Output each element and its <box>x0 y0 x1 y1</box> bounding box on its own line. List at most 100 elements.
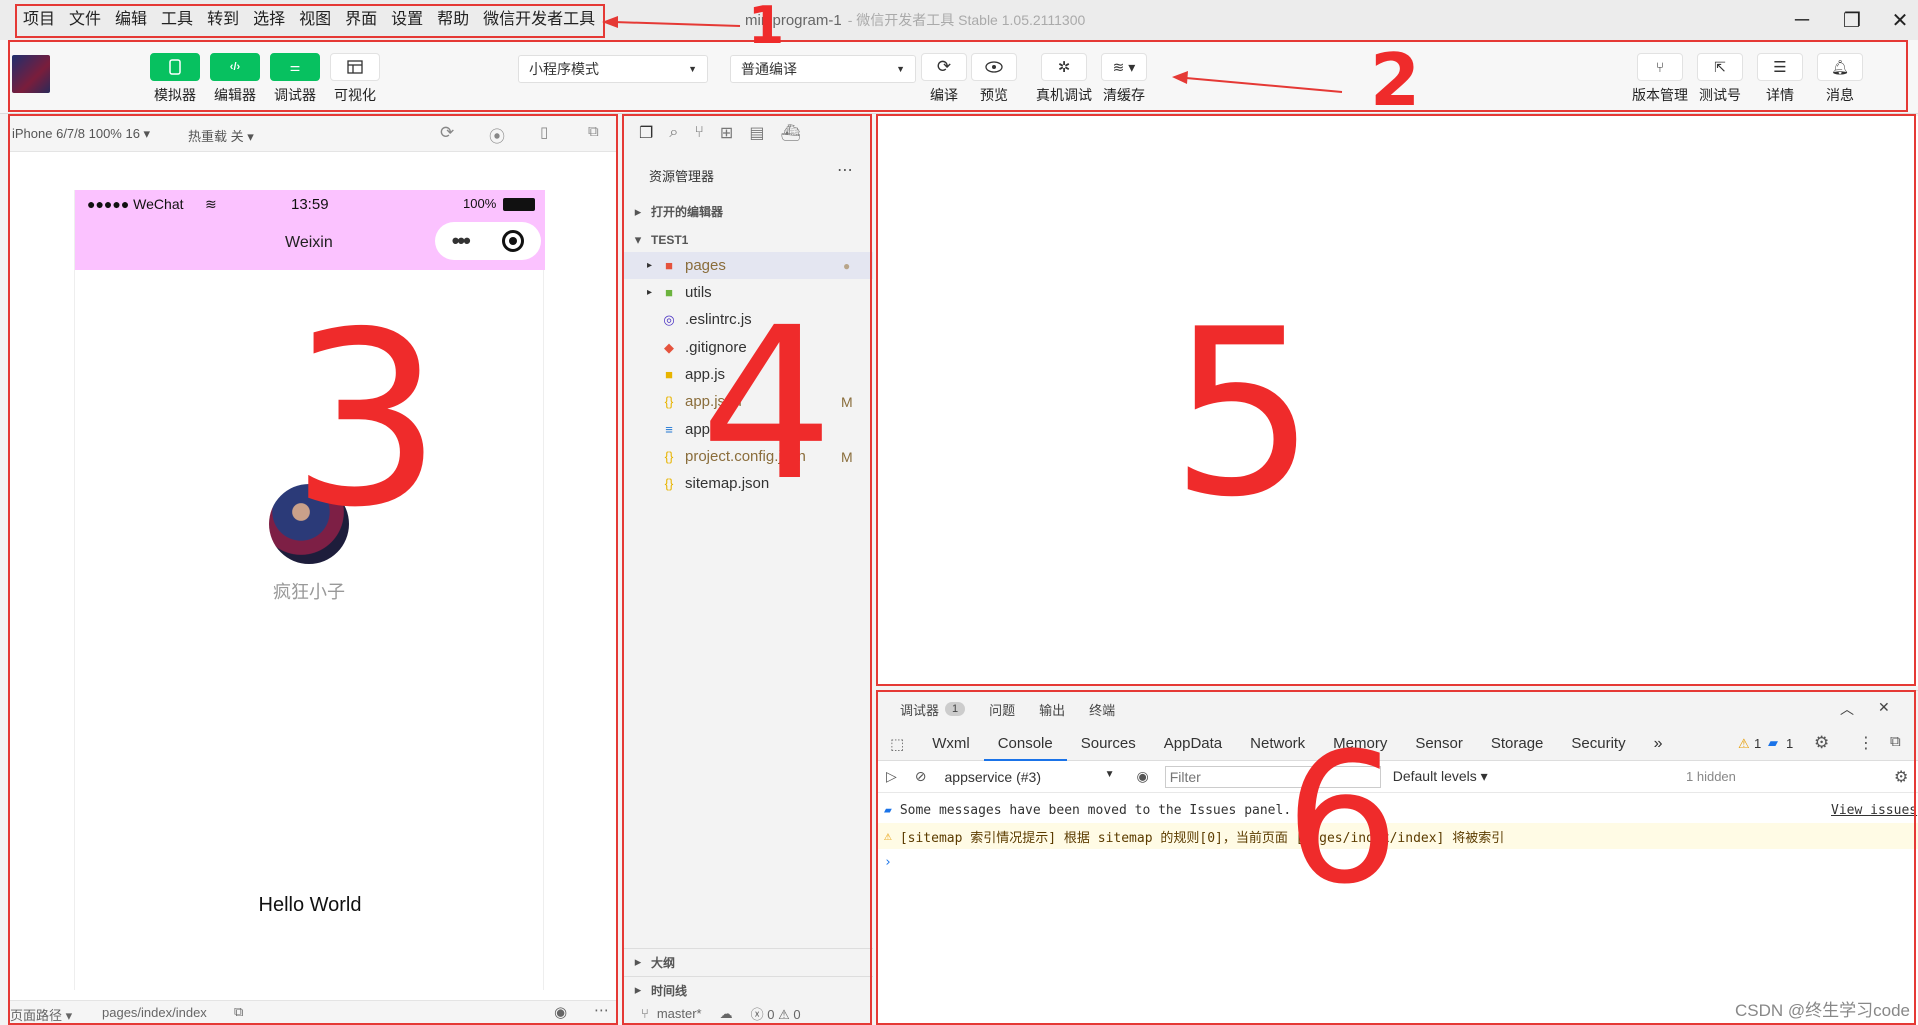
search-icon[interactable]: ⌕ <box>669 124 678 142</box>
refresh-icon[interactable]: ⟳ <box>440 123 454 143</box>
editor-area[interactable] <box>876 116 1918 686</box>
menu-goto[interactable]: 转到 <box>200 6 246 34</box>
tab-wxml[interactable]: Wxml <box>918 727 984 761</box>
page-path: pages/index/index <box>102 1005 207 1020</box>
phone-icon[interactable]: ▯ <box>540 123 548 141</box>
messages-button[interactable]: 🔔︎ 消息 <box>1817 53 1863 105</box>
dock-icon[interactable]: ⧉ <box>1890 733 1901 750</box>
menu-edit[interactable]: 编辑 <box>108 6 154 34</box>
chevron-right-icon: ▸ <box>647 287 653 298</box>
menu-settings[interactable]: 设置 <box>384 6 430 34</box>
more-icon[interactable]: ⋯ <box>837 160 853 180</box>
view-issues-link[interactable]: View issues <box>1831 803 1917 818</box>
user-nickname: 疯狂小子 <box>273 582 345 602</box>
debugger-toggle[interactable]: ⚌ 调试器 <box>270 53 320 105</box>
clear-cache-button[interactable]: ≋ ▾ 清缓存 <box>1101 53 1147 105</box>
menu-project[interactable]: 项目 <box>16 6 62 34</box>
docker-icon[interactable]: ⛴ <box>780 123 800 143</box>
log-levels-select[interactable]: Default levels ▾ <box>1393 768 1488 785</box>
status-bar: ⑂ master* ☁ ⓧ 0 ⚠ 0 <box>623 1002 873 1025</box>
user-avatar-toolbar[interactable] <box>12 55 50 93</box>
tab-sources[interactable]: Sources <box>1067 727 1150 761</box>
device-select[interactable]: iPhone 6/7/8 100% 16 ▾ <box>12 126 150 142</box>
menu-select[interactable]: 选择 <box>246 6 292 34</box>
simulator-toggle[interactable]: 模拟器 <box>150 53 200 105</box>
tab-terminal[interactable]: 终端 <box>1089 700 1115 719</box>
collapse-icon[interactable]: ︿ <box>1840 699 1854 719</box>
storage-icon[interactable]: ▤ <box>749 123 764 143</box>
real-device-debug-button[interactable]: ✲ 真机调试 <box>1036 53 1092 105</box>
editor-toggle[interactable]: ‹/› 编辑器 <box>210 53 260 105</box>
warning-count[interactable]: 1 <box>1754 736 1761 751</box>
tab-output[interactable]: 输出 <box>1039 700 1065 719</box>
messages-label: 消息 <box>1826 87 1854 103</box>
page-path-select[interactable]: 页面路径 ▾ <box>10 1005 72 1024</box>
menu-file[interactable]: 文件 <box>62 6 108 34</box>
cloud-sync-icon[interactable]: ☁ <box>720 1006 733 1022</box>
js-file-icon: ■ <box>665 367 673 382</box>
branch-name[interactable]: master* <box>657 1006 702 1021</box>
mode-select[interactable]: 小程序模式 ▼ <box>518 55 708 83</box>
project-section[interactable]: ▾ TEST1 <box>623 226 873 253</box>
close-miniprogram-icon[interactable] <box>502 230 525 252</box>
eye-icon[interactable]: ◉ <box>554 1003 567 1021</box>
tab-debugger[interactable]: 调试器 1 <box>900 700 966 719</box>
clear-console-icon[interactable]: ⊘ <box>907 768 935 785</box>
hot-reload-select[interactable]: 热重载 关 ▾ <box>188 126 254 145</box>
hidden-count: 1 hidden <box>1686 769 1736 784</box>
menu-wechat-devtools[interactable]: 微信开发者工具 <box>476 6 602 34</box>
open-editors-section[interactable]: ▸ 打开的编辑器 <box>623 198 873 225</box>
menu-tools[interactable]: 工具 <box>154 6 200 34</box>
tab-sensor[interactable]: Sensor <box>1401 727 1477 761</box>
more-tabs-icon[interactable]: » <box>1640 727 1677 761</box>
stop-icon[interactable]: ⦿ <box>489 123 505 147</box>
nav-title: Weixin <box>285 234 333 251</box>
eslint-icon: ◎ <box>663 311 675 327</box>
copy-icon[interactable]: ⧉ <box>234 1004 243 1020</box>
wifi-icon: ≋ <box>205 196 217 212</box>
compile-button[interactable]: ⟳ 编译 <box>921 53 967 105</box>
chevron-down-icon: ▾ <box>634 231 642 247</box>
timeline-section[interactable]: ▸ 时间线 <box>623 976 873 1003</box>
annotation-number-2: 2 <box>1370 38 1421 122</box>
inspect-icon[interactable]: ⬚ <box>876 735 918 753</box>
outline-section[interactable]: ▸ 大纲 <box>623 948 873 975</box>
tab-appdata[interactable]: AppData <box>1150 727 1236 761</box>
json-file-icon: {} <box>664 394 674 409</box>
version-control-button[interactable]: ⑂ 版本管理 <box>1632 53 1688 105</box>
capsule-menu[interactable]: ••• <box>435 222 541 260</box>
annotation-number-1: 1 <box>748 0 785 56</box>
problems-count[interactable]: ⓧ 0 ⚠ 0 <box>751 1004 801 1023</box>
popout-icon[interactable]: ⧉ <box>588 123 599 140</box>
kebab-icon[interactable]: ⋮ <box>1858 733 1874 753</box>
test-account-button[interactable]: ⇱ 测试号 <box>1697 53 1743 105</box>
tab-problems[interactable]: 问题 <box>989 700 1015 719</box>
tab-console[interactable]: Console <box>983 727 1067 761</box>
extensions-icon[interactable]: ⊞ <box>720 123 733 143</box>
compile-mode-select[interactable]: 普通编译 ▼ <box>730 55 916 83</box>
minimize-button[interactable]: ─ <box>1786 6 1818 34</box>
details-button[interactable]: ☰ 详情 <box>1757 53 1803 105</box>
files-icon[interactable]: ❐ <box>639 123 653 143</box>
sidebar-toggle-icon[interactable]: ▷ <box>876 768 907 785</box>
tab-security[interactable]: Security <box>1557 727 1639 761</box>
maximize-button[interactable]: ❐ <box>1836 6 1868 34</box>
menu-interface[interactable]: 界面 <box>338 6 384 34</box>
gear-icon[interactable]: ⚙ <box>1894 767 1908 787</box>
gear-icon[interactable]: ⚙ <box>1814 733 1829 753</box>
menu-help[interactable]: 帮助 <box>430 6 476 34</box>
eye-icon[interactable]: ◉ <box>1137 768 1149 785</box>
explorer-panel: ❐ ⌕ ⑂ ⊞ ▤ ⛴ 资源管理器 ⋯ ▸ 打开的编辑器 ▾ TEST1 ▸ ■ p… <box>622 116 873 1025</box>
visual-toggle[interactable]: 可视化 <box>330 53 380 105</box>
close-window-button[interactable]: ✕ <box>1884 6 1916 34</box>
more-icon[interactable]: ⋯ <box>594 1001 609 1019</box>
info-count[interactable]: 1 <box>1786 736 1793 751</box>
preview-button[interactable]: 预览 <box>971 53 1017 105</box>
tab-storage[interactable]: Storage <box>1477 727 1558 761</box>
context-select[interactable]: appservice (#3) ▼ <box>945 769 1115 785</box>
more-icon[interactable]: ••• <box>452 228 471 254</box>
tree-item-pages[interactable]: ▸ ■ pages ● <box>623 252 873 279</box>
menu-view[interactable]: 视图 <box>292 6 338 34</box>
source-control-icon[interactable]: ⑂ <box>694 124 704 142</box>
close-icon[interactable]: ✕ <box>1878 699 1890 716</box>
